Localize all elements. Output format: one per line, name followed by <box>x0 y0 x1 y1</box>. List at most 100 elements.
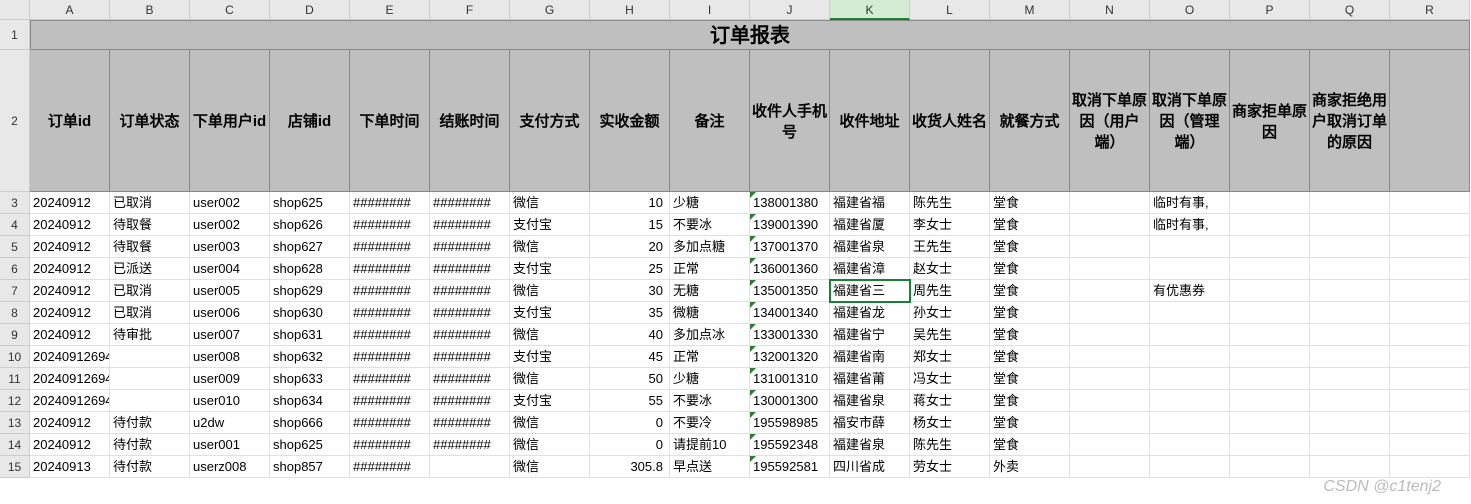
header-cell-9[interactable]: 收件人手机号 <box>750 50 830 192</box>
cell-8-E[interactable]: ######## <box>350 302 430 324</box>
cell-5-B[interactable]: 待取餐 <box>110 236 190 258</box>
cell-13-M[interactable]: 堂食 <box>990 412 1070 434</box>
cell-10-N[interactable] <box>1070 346 1150 368</box>
cell-11-N[interactable] <box>1070 368 1150 390</box>
cell-14-Q[interactable] <box>1310 434 1390 456</box>
cell-13-I[interactable]: 不要冷 <box>670 412 750 434</box>
cell-8-M[interactable]: 堂食 <box>990 302 1070 324</box>
cell-11-P[interactable] <box>1230 368 1310 390</box>
cell-3-E[interactable]: ######## <box>350 192 430 214</box>
cell-5-N[interactable] <box>1070 236 1150 258</box>
cell-3-Q[interactable] <box>1310 192 1390 214</box>
cell-14-H[interactable]: 0 <box>590 434 670 456</box>
cell-14-R[interactable] <box>1390 434 1470 456</box>
cell-15-R[interactable] <box>1390 456 1470 478</box>
cell-11-H[interactable]: 50 <box>590 368 670 390</box>
row-header-8[interactable]: 8 <box>0 302 30 324</box>
cell-4-F[interactable]: ######## <box>430 214 510 236</box>
cell-4-A[interactable]: 20240912 <box>30 214 110 236</box>
cell-5-A[interactable]: 20240912 <box>30 236 110 258</box>
cell-4-C[interactable]: user002 <box>190 214 270 236</box>
cell-15-J[interactable]: 195592581 <box>750 456 830 478</box>
cell-6-L[interactable]: 赵女士 <box>910 258 990 280</box>
row-header-4[interactable]: 4 <box>0 214 30 236</box>
cell-8-D[interactable]: shop630 <box>270 302 350 324</box>
row-header-13[interactable]: 13 <box>0 412 30 434</box>
header-cell-16[interactable]: 商家拒绝用户取消订单的原因 <box>1310 50 1390 192</box>
cell-13-L[interactable]: 杨女士 <box>910 412 990 434</box>
cell-7-F[interactable]: ######## <box>430 280 510 302</box>
cell-3-J[interactable]: 138001380 <box>750 192 830 214</box>
cell-7-I[interactable]: 无糖 <box>670 280 750 302</box>
cell-15-P[interactable] <box>1230 456 1310 478</box>
cell-7-L[interactable]: 周先生 <box>910 280 990 302</box>
cell-7-N[interactable] <box>1070 280 1150 302</box>
cell-12-O[interactable] <box>1150 390 1230 412</box>
cell-5-H[interactable]: 20 <box>590 236 670 258</box>
cell-9-Q[interactable] <box>1310 324 1390 346</box>
cell-8-R[interactable] <box>1390 302 1470 324</box>
row-header-6[interactable]: 6 <box>0 258 30 280</box>
cell-5-E[interactable]: ######## <box>350 236 430 258</box>
cell-12-Q[interactable] <box>1310 390 1390 412</box>
select-all-corner[interactable] <box>0 0 30 20</box>
cell-15-Q[interactable] <box>1310 456 1390 478</box>
column-header-E[interactable]: E <box>350 0 430 20</box>
cell-7-M[interactable]: 堂食 <box>990 280 1070 302</box>
cell-12-J[interactable]: 130001300 <box>750 390 830 412</box>
cell-11-Q[interactable] <box>1310 368 1390 390</box>
cell-4-O[interactable]: 临时有事, <box>1150 214 1230 236</box>
cell-6-E[interactable]: ######## <box>350 258 430 280</box>
cell-4-B[interactable]: 待取餐 <box>110 214 190 236</box>
header-cell-11[interactable]: 收货人姓名 <box>910 50 990 192</box>
cell-10-D[interactable]: shop632 <box>270 346 350 368</box>
cell-12-M[interactable]: 堂食 <box>990 390 1070 412</box>
cell-10-A[interactable]: 20240912694cf3e490 <box>30 346 110 368</box>
cell-9-J[interactable]: 133001330 <box>750 324 830 346</box>
cell-4-K[interactable]: 福建省厦 <box>830 214 910 236</box>
cell-10-B[interactable] <box>110 346 190 368</box>
cell-9-I[interactable]: 多加点冰 <box>670 324 750 346</box>
column-header-N[interactable]: N <box>1070 0 1150 20</box>
cell-11-R[interactable] <box>1390 368 1470 390</box>
cell-14-B[interactable]: 待付款 <box>110 434 190 456</box>
cell-11-D[interactable]: shop633 <box>270 368 350 390</box>
row-header-14[interactable]: 14 <box>0 434 30 456</box>
row-header-12[interactable]: 12 <box>0 390 30 412</box>
header-cell-3[interactable]: 店铺id <box>270 50 350 192</box>
cell-11-J[interactable]: 131001310 <box>750 368 830 390</box>
cell-13-E[interactable]: ######## <box>350 412 430 434</box>
cell-4-I[interactable]: 不要冰 <box>670 214 750 236</box>
cell-12-H[interactable]: 55 <box>590 390 670 412</box>
cell-11-O[interactable] <box>1150 368 1230 390</box>
cell-7-P[interactable] <box>1230 280 1310 302</box>
cell-13-F[interactable]: ######## <box>430 412 510 434</box>
cell-6-B[interactable]: 已派送 <box>110 258 190 280</box>
column-header-K[interactable]: K <box>830 0 910 20</box>
header-cell-10[interactable]: 收件地址 <box>830 50 910 192</box>
row-header-3[interactable]: 3 <box>0 192 30 214</box>
cell-15-K[interactable]: 四川省成 <box>830 456 910 478</box>
cell-13-J[interactable]: 195598985 <box>750 412 830 434</box>
header-cell-1[interactable]: 订单状态 <box>110 50 190 192</box>
cell-9-E[interactable]: ######## <box>350 324 430 346</box>
cell-4-R[interactable] <box>1390 214 1470 236</box>
cell-7-B[interactable]: 已取消 <box>110 280 190 302</box>
cell-6-I[interactable]: 正常 <box>670 258 750 280</box>
cell-5-J[interactable]: 137001370 <box>750 236 830 258</box>
cell-8-J[interactable]: 134001340 <box>750 302 830 324</box>
row-header-15[interactable]: 15 <box>0 456 30 478</box>
cell-7-J[interactable]: 135001350 <box>750 280 830 302</box>
cell-12-N[interactable] <box>1070 390 1150 412</box>
cell-12-I[interactable]: 不要冰 <box>670 390 750 412</box>
column-header-M[interactable]: M <box>990 0 1070 20</box>
cell-13-K[interactable]: 福安市薛 <box>830 412 910 434</box>
cell-9-A[interactable]: 20240912 <box>30 324 110 346</box>
row-header-2[interactable]: 2 <box>0 50 30 192</box>
cell-12-G[interactable]: 支付宝 <box>510 390 590 412</box>
cell-10-R[interactable] <box>1390 346 1470 368</box>
cell-9-K[interactable]: 福建省宁 <box>830 324 910 346</box>
row-header-11[interactable]: 11 <box>0 368 30 390</box>
cell-7-K[interactable]: 福建省三 <box>830 280 910 302</box>
cell-9-M[interactable]: 堂食 <box>990 324 1070 346</box>
